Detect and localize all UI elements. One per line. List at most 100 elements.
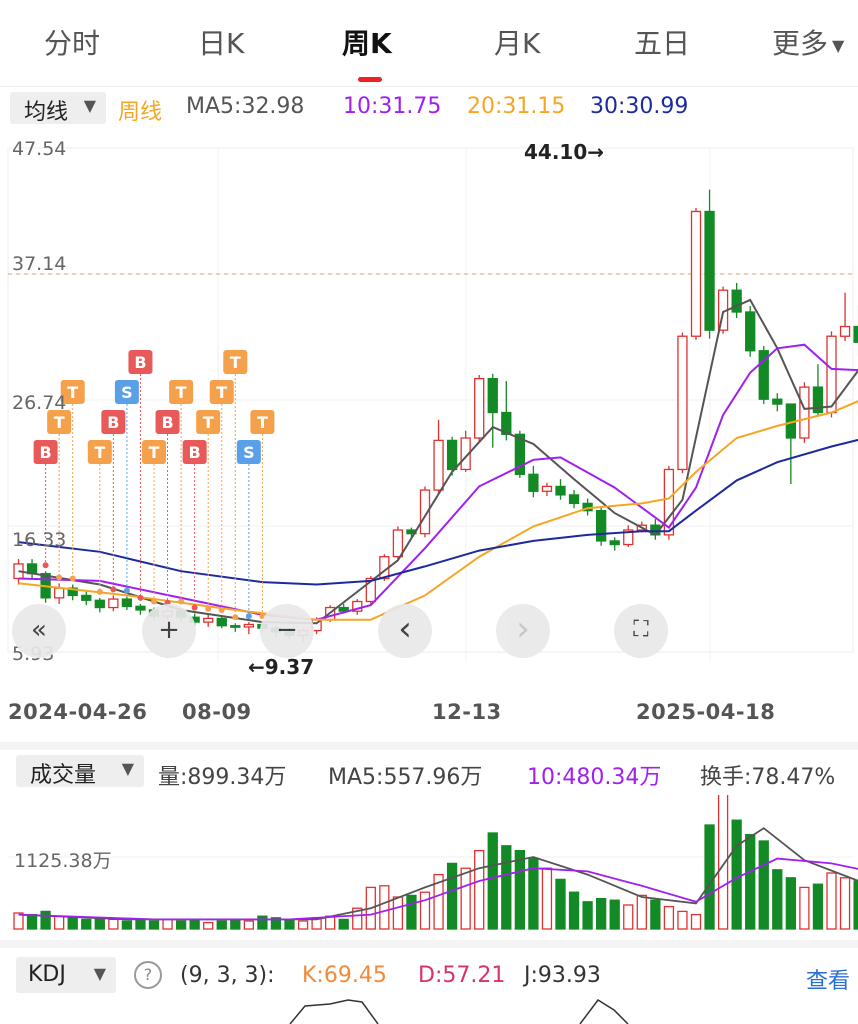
tab-more[interactable]: 更多 ▼ — [772, 22, 844, 62]
signal-dot — [191, 604, 198, 611]
signal-badge-label: T — [149, 443, 160, 462]
volume-bar — [297, 920, 309, 930]
signal-dot — [151, 598, 157, 605]
candle-body — [839, 325, 851, 337]
signal-badge-label: S — [243, 443, 255, 462]
signal-dot — [123, 587, 130, 594]
volume-bar — [379, 885, 390, 930]
ma30-value: 30:30.99 — [590, 94, 689, 119]
volume-bar — [650, 899, 661, 930]
volume-bar — [135, 918, 146, 930]
tab-daily-k[interactable]: 日K — [198, 22, 244, 62]
volume-bar — [460, 867, 471, 930]
volume-bar — [230, 918, 241, 930]
volume-chart[interactable] — [0, 795, 858, 933]
candle-body — [731, 289, 742, 313]
volume-bar — [26, 913, 38, 930]
candle-body — [677, 335, 688, 471]
period-tabs: 分时 日K 周K 月K 五日 更多 ▼ — [0, 0, 858, 87]
volume-ma5: MA5:557.96万 — [328, 765, 483, 790]
zoom-in-button[interactable]: + — [142, 604, 196, 658]
signal-dot — [245, 613, 252, 620]
section-divider — [0, 742, 858, 750]
kdj-params: (9, 3, 3): — [180, 963, 275, 988]
view-link[interactable]: 查看 — [806, 963, 850, 995]
low-price-annotation: ←9.37 — [248, 655, 315, 679]
volume-bar — [609, 899, 620, 930]
volume-bar — [731, 819, 742, 930]
caret-down-icon: ▼ — [121, 759, 134, 778]
rewind-button[interactable]: « — [12, 604, 66, 658]
signal-dot — [137, 594, 144, 601]
volume-bar — [81, 918, 92, 930]
scroll-right-button[interactable]: › — [496, 604, 550, 658]
signal-badge-label: T — [94, 443, 105, 462]
volume-bar — [812, 883, 824, 930]
help-icon[interactable]: ? — [134, 961, 162, 989]
volume-bar — [772, 869, 783, 930]
candle-body — [474, 377, 485, 439]
ma5-value: MA5:32.98 — [186, 94, 305, 119]
signal-badge-label: B — [107, 413, 119, 432]
y-axis-label-2: 37.14 — [12, 253, 67, 275]
candle-body — [772, 398, 783, 405]
volume-selector[interactable]: 成交量 ▼ — [16, 755, 144, 788]
high-price-annotation: 44.10→ — [524, 140, 605, 164]
volume-selector-label: 成交量 — [30, 763, 97, 788]
signal-badge-label: T — [216, 383, 227, 402]
tab-monthly-k[interactable]: 月K — [494, 22, 540, 62]
fullscreen-icon: ⛶ — [633, 617, 649, 642]
volume-bar — [216, 920, 227, 930]
tab-intraday[interactable]: 分时 — [44, 22, 100, 62]
volume-bar — [94, 917, 105, 930]
candle-body — [392, 529, 404, 558]
volume-bar — [40, 910, 51, 930]
candle-body — [799, 386, 810, 439]
caret-down-icon: ▼ — [93, 964, 106, 983]
kdj-selector[interactable]: KDJ ▼ — [16, 957, 116, 993]
signal-badge-label: T — [176, 383, 187, 402]
signal-dot — [218, 607, 225, 614]
volume-bar — [663, 905, 675, 930]
volume-bar — [121, 920, 133, 930]
volume-bar — [541, 867, 553, 930]
volume-bar — [175, 920, 187, 930]
signal-badge-label: B — [39, 443, 51, 462]
volume-bar — [826, 872, 837, 930]
volume-bar — [406, 894, 417, 930]
zoom-out-button[interactable]: − — [260, 604, 314, 658]
tab-five-day[interactable]: 五日 — [634, 22, 690, 62]
price-chart[interactable]: BTTTBSBTBTBTTTST — [0, 130, 858, 690]
candle-body — [487, 377, 498, 414]
tab-weekly-k[interactable]: 周K — [342, 22, 392, 62]
volume-ma10: 10:480.34万 — [527, 765, 662, 790]
kdj-d-value: D:57.21 — [418, 963, 506, 988]
kdj-j-line — [289, 999, 379, 1024]
volume-bar — [514, 849, 525, 930]
signal-dot — [96, 588, 103, 595]
kdj-k-value: K:69.45 — [302, 963, 387, 988]
volume-bar — [203, 921, 214, 930]
candle-body — [108, 598, 119, 609]
volume-bar — [243, 920, 255, 930]
turnover-rate: 换手:78.47% — [700, 765, 836, 790]
kdj-selector-label: KDJ — [28, 962, 66, 987]
volume-bar — [148, 920, 160, 930]
volume-bar — [284, 918, 295, 930]
candle-body — [745, 311, 756, 352]
volume-bar — [785, 877, 796, 930]
zoom-in-icon: + — [158, 615, 180, 645]
indicator-selector[interactable]: 均线 ▼ — [10, 92, 106, 125]
volume-value: 量:899.34万 — [158, 765, 287, 790]
ma10-value: 10:31.75 — [343, 94, 442, 119]
volume-bar — [54, 915, 65, 930]
signal-dot — [178, 598, 185, 605]
fullscreen-button[interactable]: ⛶ — [614, 604, 668, 658]
signal-badge-label: B — [161, 413, 173, 432]
caret-down-icon: ▼ — [832, 35, 845, 55]
volume-bar — [419, 891, 431, 930]
caret-down-icon: ▼ — [83, 96, 96, 115]
volume-bar — [257, 915, 268, 930]
scroll-left-button[interactable]: ‹ — [378, 604, 432, 658]
section-divider — [0, 940, 858, 948]
